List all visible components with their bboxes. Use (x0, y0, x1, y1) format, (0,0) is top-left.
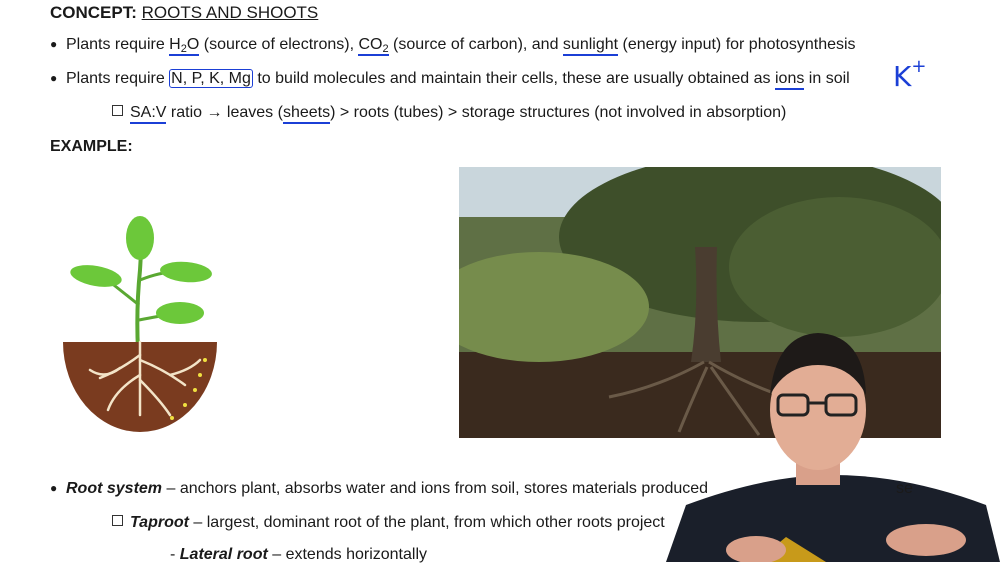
bullet-water-co2-sunlight: ● Plants require H2O (source of electrons… (50, 36, 856, 56)
handwritten-k-ion: K+ (893, 56, 927, 93)
bullet-dot: ● (50, 37, 58, 51)
bullet-dot: ● (50, 481, 58, 495)
presenter-video (666, 333, 1000, 562)
nutrients-highlight: N, P, K, Mg (169, 69, 253, 88)
sub-bullet-taproot: Taproot – largest, dominant root of the … (112, 514, 665, 532)
bullet-root-system: ● Root system – anchors plant, absorbs wa… (50, 480, 709, 497)
checkbox-square-icon (112, 515, 123, 526)
bullet-nutrients-ions: ● Plants require N, P, K, Mg to build mol… (50, 69, 850, 90)
concept-title: CONCEPT: ROOTS AND SHOOTS (50, 3, 319, 22)
sub-bullet-sav-ratio: SA:V ratio → leaves (sheets) > roots (tu… (112, 104, 786, 124)
root-system-tail: se (896, 480, 913, 497)
lateral-root-line: - Lateral root – extends horizontally (170, 546, 427, 563)
bullet-dot: ● (50, 71, 58, 85)
plant-illustration (63, 216, 217, 432)
checkbox-square-icon (112, 105, 123, 116)
example-label: EXAMPLE: (50, 138, 133, 155)
